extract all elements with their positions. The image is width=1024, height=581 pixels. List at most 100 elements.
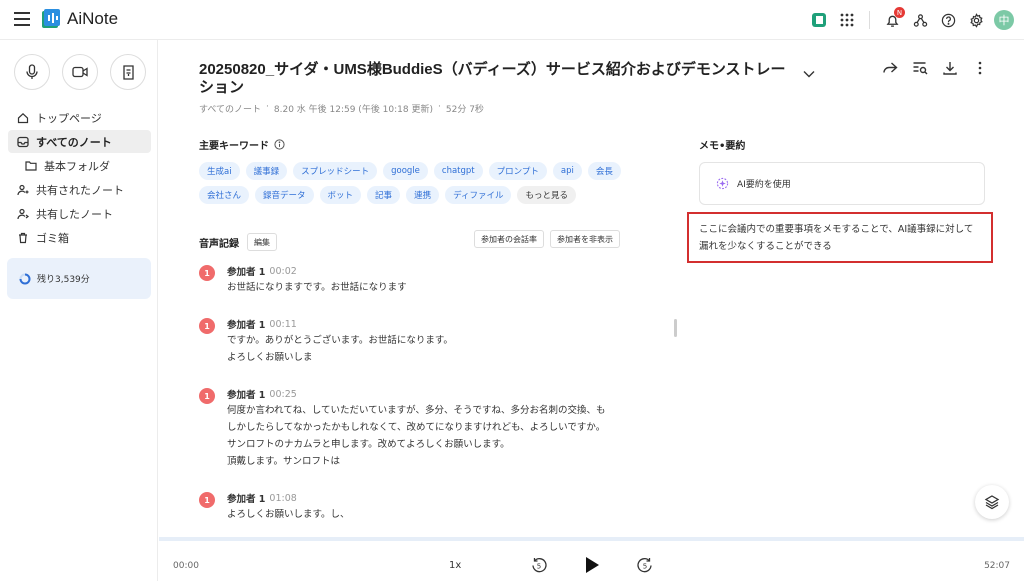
bell-icon[interactable]: N xyxy=(882,7,905,30)
record-mic-button[interactable] xyxy=(14,54,50,90)
hide-speakers-button[interactable]: 参加者を非表示 xyxy=(550,230,620,248)
nav-label: 共有したノート xyxy=(36,207,113,221)
meta-separator: · xyxy=(266,102,269,112)
nav-label: すべてのノート xyxy=(36,135,112,149)
recording-heading: 音声記録 編集 xyxy=(199,233,277,251)
transcript-list: 1 参加者 1 00:02 お世話になりますです。お世話になります 1 参加者 1… xyxy=(199,263,639,543)
record-video-button[interactable] xyxy=(62,54,98,90)
keyword-chip[interactable]: chatgpt xyxy=(433,162,483,180)
keyword-chip[interactable]: google xyxy=(383,162,428,180)
transcript-scrollbar[interactable] xyxy=(674,319,677,337)
top-bar: AiNote N 中 xyxy=(0,0,1024,40)
keyword-chip[interactable]: ボット xyxy=(319,186,362,204)
nav-label: 共有されたノート xyxy=(36,183,124,197)
menu-icon[interactable] xyxy=(14,12,30,26)
audio-player: 00:00 1x 5 5 52:07 xyxy=(159,537,1024,581)
ainote-logo-icon xyxy=(42,9,60,28)
apps-grid-icon[interactable] xyxy=(837,10,857,30)
nav-top-page[interactable]: トップページ xyxy=(8,106,151,129)
utterance-text: お世話になりますです。お世話になります xyxy=(227,282,407,293)
breadcrumb[interactable]: すべてのノート xyxy=(199,102,261,115)
play-icon[interactable] xyxy=(584,556,600,574)
upload-file-button[interactable] xyxy=(110,54,146,90)
nav-shared-with-me[interactable]: 共有されたノート xyxy=(8,178,151,201)
skip-back-seconds: 5 xyxy=(537,563,541,571)
transcript-entry[interactable]: 1 参加者 1 00:02 お世話になりますです。お世話になります xyxy=(199,263,639,296)
keyword-chip[interactable]: 録音データ xyxy=(255,186,314,204)
nav-label: トップページ xyxy=(36,111,102,125)
chevron-down-icon[interactable] xyxy=(803,70,815,78)
speaker-badge: 1 xyxy=(199,388,215,404)
app-name[interactable]: AiNote xyxy=(67,9,118,29)
keywords-heading: 主要キーワード xyxy=(199,137,285,152)
keyword-chip[interactable]: 連携 xyxy=(406,186,440,204)
timestamp[interactable]: 01:08 xyxy=(269,493,296,504)
share-network-icon[interactable] xyxy=(910,10,930,30)
transcript-entry[interactable]: 1 参加者 1 01:08 よろしくお願いします。し、 xyxy=(199,490,639,523)
keyword-chip[interactable]: スプレッドシート xyxy=(293,162,378,180)
timestamp[interactable]: 00:02 xyxy=(269,266,296,277)
video-camera-icon xyxy=(72,66,88,78)
note-detail: 20250820_サイダ・UMS様BuddieS（バディーズ）サービス紹介および… xyxy=(159,40,1024,537)
search-list-icon[interactable] xyxy=(912,60,928,76)
page-title[interactable]: 20250820_サイダ・UMS様BuddieS（バディーズ）サービス紹介および… xyxy=(199,61,799,97)
note-app-icon[interactable] xyxy=(809,10,829,30)
layers-button[interactable] xyxy=(975,485,1009,519)
nav-trash[interactable]: ゴミ箱 xyxy=(8,226,151,249)
timestamp[interactable]: 00:25 xyxy=(269,389,296,400)
timestamp[interactable]: 00:11 xyxy=(269,319,296,330)
info-icon[interactable] xyxy=(274,139,285,150)
user-shared-icon xyxy=(17,184,29,195)
document-upload-icon xyxy=(122,64,134,80)
share-arrow-icon[interactable] xyxy=(882,60,898,76)
utterance-text: ですか。ありがとうございます。お世話になります。 よろしくお願いしま xyxy=(227,335,453,363)
note-meta: すべてのノート · 8.20 水 午後 12:59 (午後 10:18 更新) … xyxy=(199,102,484,115)
layers-icon xyxy=(984,495,1000,510)
keyword-chip[interactable]: 議事録 xyxy=(245,162,288,180)
transcript-entry[interactable]: 1 参加者 1 00:11 ですか。ありがとうございます。お世話になります。 よろ… xyxy=(199,316,639,366)
skip-back-icon[interactable]: 5 xyxy=(530,556,548,574)
help-icon[interactable] xyxy=(938,10,958,30)
note-date: 8.20 水 午後 12:59 (午後 10:18 更新) xyxy=(273,105,433,115)
user-avatar[interactable]: 中 xyxy=(994,10,1014,30)
divider xyxy=(869,11,870,29)
nav-shared-by-me[interactable]: 共有したノート xyxy=(8,202,151,225)
nav-label: ゴミ箱 xyxy=(36,231,69,245)
playback-speed-button[interactable]: 1x xyxy=(449,560,461,571)
memo-title: メモ•要約 xyxy=(699,141,746,152)
nav-all-notes[interactable]: すべてのノート xyxy=(8,130,151,153)
download-icon[interactable] xyxy=(942,60,958,76)
keyword-chip[interactable]: 会長 xyxy=(587,162,621,180)
ai-sparkle-icon xyxy=(716,177,729,190)
total-time: 52:07 xyxy=(984,561,1010,571)
current-time: 00:00 xyxy=(173,561,199,571)
speaker-rate-button[interactable]: 参加者の会話率 xyxy=(474,230,544,248)
remaining-label: 残り3,539分 xyxy=(37,275,90,285)
note-duration: 52分 7秒 xyxy=(445,105,484,115)
user-share-icon xyxy=(17,208,29,219)
meta-separator: · xyxy=(438,102,441,112)
remaining-minutes[interactable]: 残り3,539分 xyxy=(7,258,151,299)
keyword-chip[interactable]: api xyxy=(552,162,582,180)
skip-forward-seconds: 5 xyxy=(643,563,647,571)
keyword-chip[interactable]: プロンプト xyxy=(488,162,547,180)
sidebar: トップページ すべてのノート 基本フォルダ 共有されたノート 共有したノート ゴ… xyxy=(0,40,158,581)
keyword-chip[interactable]: 会社さん xyxy=(199,186,250,204)
inbox-icon xyxy=(17,136,29,147)
speaker-badge: 1 xyxy=(199,318,215,334)
more-vertical-icon[interactable] xyxy=(972,60,988,76)
edit-transcript-button[interactable]: 編集 xyxy=(247,233,277,251)
speaker-badge: 1 xyxy=(199,492,215,508)
keywords-title: 主要キーワード xyxy=(199,141,269,152)
transcript-entry[interactable]: 1 参加者 1 00:25 何度か言われてね、していただいていますが、多分、そうで… xyxy=(199,386,639,470)
skip-forward-icon[interactable]: 5 xyxy=(636,556,654,574)
keyword-chip[interactable]: ディファイル xyxy=(445,186,512,204)
keyword-chip[interactable]: 記事 xyxy=(367,186,401,204)
ai-summary-button[interactable]: AI要約を使用 xyxy=(699,162,985,205)
keyword-chip[interactable]: 生成ai xyxy=(199,162,240,180)
settings-gear-icon[interactable] xyxy=(966,10,986,30)
nav-basic-folder[interactable]: 基本フォルダ xyxy=(8,154,151,177)
memo-text[interactable]: ここに会議内での重要事項をメモすることで、AI議事録に対して漏れを少なくすること… xyxy=(687,212,993,263)
speaker-name: 参加者 1 xyxy=(227,320,266,331)
more-keywords-button[interactable]: もっと見る xyxy=(517,186,576,204)
